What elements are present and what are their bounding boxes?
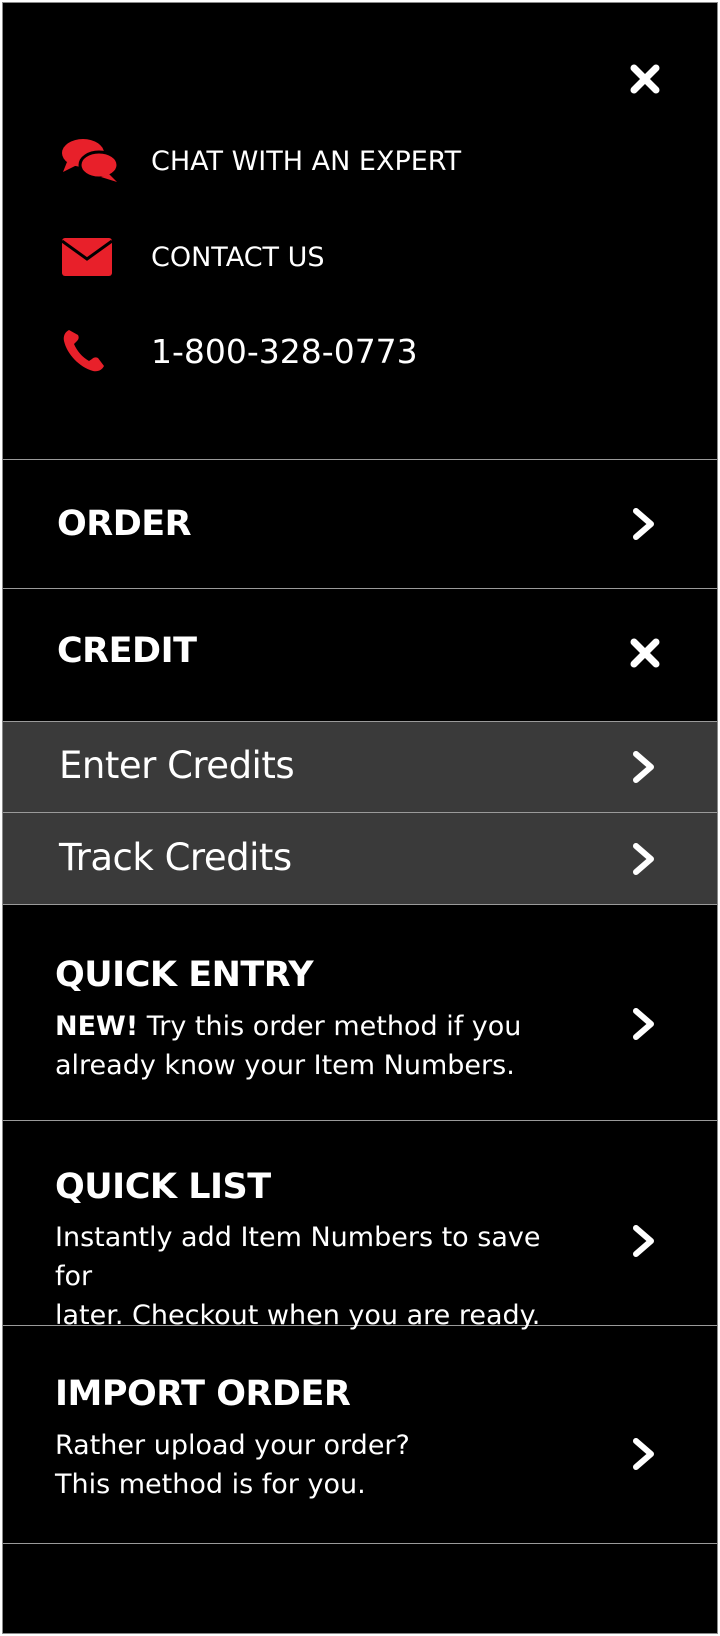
credit-label: CREDIT [57,631,197,671]
enter-credits-label: Enter Credits [59,744,295,787]
chevron-right-icon [629,839,659,879]
chevron-right-icon [629,747,659,787]
quick-list-description: Instantly add Item Numbers to save for l… [55,1218,575,1335]
quick-entry-description-line1: Try this order method if you [138,1011,522,1042]
close-icon [630,638,660,668]
quick-entry-description-line2: already know your Item Numbers. [55,1050,515,1081]
close-menu-button[interactable] [625,59,665,99]
chevron-right-icon [629,1434,659,1474]
chevron-right-icon [629,1221,659,1261]
import-order-description-line2: This method is for you. [55,1469,366,1500]
contact-us-label: CONTACT US [151,241,325,273]
import-order-label: IMPORT ORDER [55,1374,351,1414]
chat-with-expert-link[interactable]: CHAT WITH AN EXPERT [61,133,461,189]
quick-list-description-line1: Instantly add Item Numbers to save for [55,1222,541,1292]
close-icon [630,64,660,94]
chat-bubbles-icon [61,133,123,189]
side-menu: CHAT WITH AN EXPERT CONTACT US 1-800-328… [2,2,718,1634]
menu-item-import-order[interactable]: IMPORT ORDER Rather upload your order? T… [3,1326,717,1544]
import-order-description-line1: Rather upload your order? [55,1430,410,1461]
submenu-item-track-credits[interactable]: Track Credits [3,813,717,905]
menu-item-quick-entry[interactable]: QUICK ENTRY NEW! Try this order method i… [3,905,717,1121]
phone-link[interactable]: 1-800-328-0773 [61,323,418,379]
contact-section: CHAT WITH AN EXPERT CONTACT US 1-800-328… [3,3,717,460]
contact-us-link[interactable]: CONTACT US [61,229,325,285]
order-label: ORDER [57,504,192,544]
collapse-credit-button[interactable] [625,633,665,673]
chevron-right-icon [629,1004,659,1044]
import-order-description: Rather upload your order? This method is… [55,1426,575,1504]
submenu-item-enter-credits[interactable]: Enter Credits [3,722,717,813]
menu-item-quick-list[interactable]: QUICK LIST Instantly add Item Numbers to… [3,1121,717,1331]
track-credits-label: Track Credits [59,836,292,879]
chevron-right-icon [629,504,659,544]
quick-list-label: QUICK LIST [55,1167,271,1207]
envelope-icon [61,229,123,285]
phone-number: 1-800-328-0773 [151,331,418,371]
menu-item-order[interactable]: ORDER [3,460,717,589]
menu-item-credit[interactable]: CREDIT [3,589,717,722]
quick-entry-description: NEW! Try this order method if you alread… [55,1007,575,1085]
quick-entry-label: QUICK ENTRY [55,955,314,995]
phone-icon [61,323,123,379]
new-badge: NEW! [55,1011,139,1042]
chat-with-expert-label: CHAT WITH AN EXPERT [151,145,462,177]
